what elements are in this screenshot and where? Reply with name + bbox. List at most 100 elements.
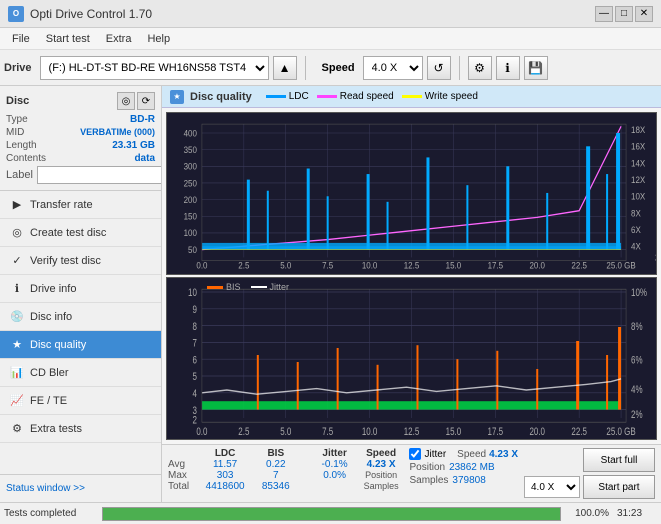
ldc-chart-svg: 400 350 300 250 200 150 100 50 18X 16X 1…	[167, 113, 656, 274]
bis-legend: BIS Jitter	[207, 282, 289, 292]
sidebar-item-transfer-rate[interactable]: ▶ Transfer rate	[0, 191, 161, 219]
disc-mid-row: MID VERBATIMe (000)	[6, 127, 155, 138]
svg-text:7.5: 7.5	[322, 260, 333, 271]
refresh-button[interactable]: ↺	[427, 56, 451, 80]
disc-quality-title: Disc quality	[190, 91, 252, 103]
svg-text:300: 300	[184, 161, 198, 172]
avg-jitter: -0.1%	[311, 459, 359, 470]
disc-info-label: Disc info	[30, 311, 72, 323]
svg-text:10X: 10X	[631, 191, 646, 202]
svg-text:9: 9	[193, 304, 197, 317]
mid-label: MID	[6, 127, 24, 138]
svg-text:6: 6	[193, 354, 197, 367]
status-text: Tests completed	[4, 508, 94, 519]
window-controls: — □ ✕	[595, 6, 653, 22]
menu-file[interactable]: File	[4, 31, 38, 47]
bis-chart-svg: 10 9 8 7 6 5 4 3 2 10% 8% 6% 4% 2%	[167, 278, 656, 439]
svg-text:8%: 8%	[631, 321, 643, 334]
start-full-button[interactable]: Start full	[583, 448, 655, 472]
charts-area: 400 350 300 250 200 150 100 50 18X 16X 1…	[162, 108, 661, 444]
speed-select-small[interactable]: 4.0 X	[524, 476, 580, 498]
stats-max-row: Max 303 7 0.0% Position	[168, 470, 403, 481]
svg-text:22.5: 22.5	[571, 260, 587, 271]
label-input[interactable]	[37, 166, 162, 184]
sidebar-item-disc-info[interactable]: 💿 Disc info	[0, 303, 161, 331]
svg-text:12X: 12X	[631, 175, 646, 186]
info-button[interactable]: ℹ	[496, 56, 520, 80]
svg-text:2%: 2%	[631, 409, 643, 422]
disc-label-row: Label 🔍	[6, 166, 155, 184]
status-bar: Tests completed 100.0% 31:23	[0, 502, 661, 524]
sidebar-item-disc-quality[interactable]: ★ Disc quality	[0, 331, 161, 359]
time-text: 31:23	[617, 508, 657, 519]
disc-header: Disc ◎ ⟳	[6, 92, 155, 110]
sidebar-item-extra-tests[interactable]: ⚙ Extra tests	[0, 415, 161, 443]
sidebar-item-verify-test-disc[interactable]: ✓ Verify test disc	[0, 247, 161, 275]
jitter-checkbox-row: Jitter Speed 4.23 X	[409, 448, 518, 460]
svg-text:22.5: 22.5	[571, 426, 587, 439]
close-button[interactable]: ✕	[635, 6, 653, 22]
total-label: Total	[168, 481, 199, 492]
stats-header-row: LDC BIS Jitter Speed	[168, 448, 403, 459]
length-label: Length	[6, 140, 37, 151]
total-bis: 85346	[251, 481, 300, 492]
stats-total-row: Total 4418600 85346 Samples	[168, 481, 403, 492]
empty-header	[168, 448, 199, 459]
menu-start-test[interactable]: Start test	[38, 31, 98, 47]
menu-help[interactable]: Help	[139, 31, 178, 47]
position-row-label: Position	[409, 462, 445, 473]
start-part-button[interactable]: Start part	[583, 475, 655, 499]
ldc-header: LDC	[199, 448, 252, 459]
speed-select[interactable]: 4.0 X	[363, 56, 423, 80]
samples-row-label: Samples	[409, 475, 448, 486]
svg-text:5.0: 5.0	[280, 260, 291, 271]
sidebar-item-create-test-disc[interactable]: ◎ Create test disc	[0, 219, 161, 247]
svg-text:10: 10	[188, 287, 197, 300]
sidebar-item-cd-bler[interactable]: 📊 CD Bler	[0, 359, 161, 387]
sidebar-item-drive-info[interactable]: ℹ Drive info	[0, 275, 161, 303]
status-window-btn[interactable]: Status window >>	[0, 474, 161, 502]
svg-text:17.5: 17.5	[488, 426, 504, 439]
speed-inline-value: 4.23 X	[489, 449, 518, 460]
svg-text:4X: 4X	[631, 241, 641, 252]
save-button[interactable]: 💾	[524, 56, 548, 80]
svg-text:15.0: 15.0	[446, 260, 462, 271]
svg-text:15.0: 15.0	[446, 426, 462, 439]
position-area: Position	[359, 470, 404, 481]
toolbar-separator	[305, 56, 306, 80]
svg-text:0.0: 0.0	[196, 260, 207, 271]
svg-text:4: 4	[193, 388, 198, 401]
app-title: Opti Drive Control 1.70	[30, 7, 152, 21]
sidebar-item-fe-te[interactable]: 📈 FE / TE	[0, 387, 161, 415]
settings-button[interactable]: ⚙	[468, 56, 492, 80]
svg-text:150: 150	[184, 211, 198, 222]
label-label: Label	[6, 169, 33, 181]
menubar: File Start test Extra Help	[0, 28, 661, 50]
drive-select[interactable]: (F:) HL-DT-ST BD-RE WH16NS58 TST4	[40, 56, 269, 80]
titlebar-left: O Opti Drive Control 1.70	[8, 6, 152, 22]
disc-button-2[interactable]: ⟳	[137, 92, 155, 110]
maximize-button[interactable]: □	[615, 6, 633, 22]
disc-quality-header-icon: ★	[170, 90, 184, 104]
disc-quality-header: ★ Disc quality LDC Read speed Write spee…	[162, 86, 661, 108]
jitter-legend-item: Jitter	[251, 282, 290, 292]
svg-text:12.5: 12.5	[404, 426, 420, 439]
eject-button[interactable]: ▲	[273, 56, 297, 80]
total-ldc: 4418600	[199, 481, 252, 492]
minimize-button[interactable]: —	[595, 6, 613, 22]
jitter-header: Jitter	[311, 448, 359, 459]
menu-extra[interactable]: Extra	[98, 31, 140, 47]
svg-text:25.0 GB: 25.0 GB	[606, 260, 636, 271]
disc-button-1[interactable]: ◎	[117, 92, 135, 110]
svg-text:10.0: 10.0	[362, 260, 378, 271]
extra-tests-icon: ⚙	[10, 422, 24, 436]
position-label: Position	[365, 470, 397, 480]
right-buttons: Start full 4.0 X Start part	[524, 448, 655, 499]
verify-test-disc-label: Verify test disc	[30, 255, 101, 267]
cd-bler-icon: 📊	[10, 366, 24, 380]
content-area: ★ Disc quality LDC Read speed Write spee…	[162, 86, 661, 502]
jitter-checkbox[interactable]	[409, 448, 421, 460]
svg-text:250: 250	[184, 178, 198, 189]
transfer-rate-icon: ▶	[10, 198, 24, 212]
speed-display: 4.23 X	[367, 459, 396, 470]
